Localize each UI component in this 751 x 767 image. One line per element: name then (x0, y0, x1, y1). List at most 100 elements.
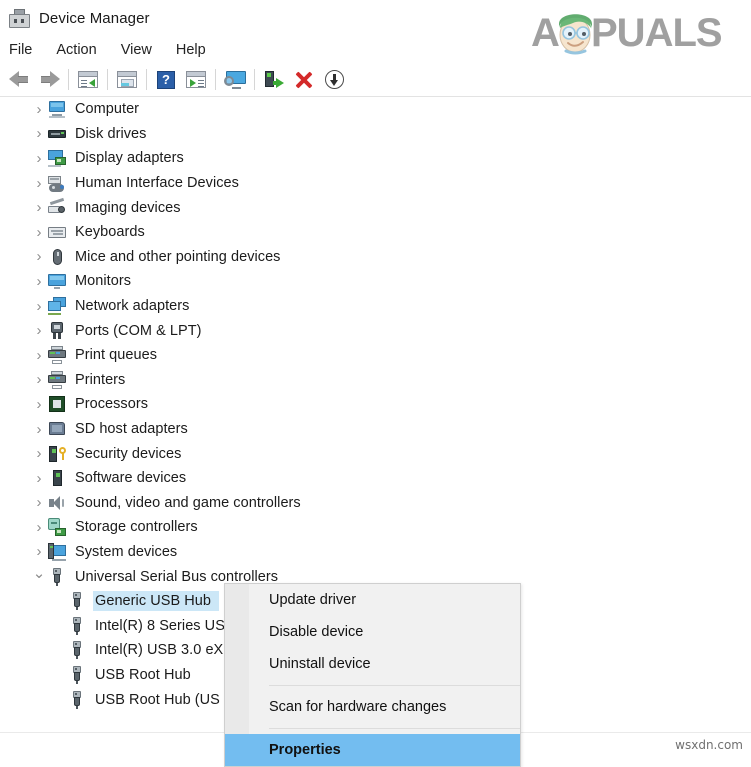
chevron-right-icon[interactable] (30, 372, 48, 387)
tree-item-mice-and-other-pointing-devices[interactable]: Mice and other pointing devices (0, 245, 751, 270)
chevron-right-icon[interactable] (30, 446, 48, 461)
tree-item-monitors[interactable]: Monitors (0, 269, 751, 294)
forward-arrow-icon (39, 71, 60, 88)
tree-item-network-adapters[interactable]: Network adapters (0, 294, 751, 319)
chevron-right-icon[interactable] (30, 348, 48, 363)
chevron-right-icon[interactable] (30, 249, 48, 264)
usb-device-icon (68, 641, 86, 660)
tree-item-human-interface-devices[interactable]: Human Interface Devices (0, 171, 751, 196)
network-adapter-icon (48, 297, 66, 316)
sd-host-adapter-icon (48, 420, 66, 438)
chevron-right-icon[interactable] (30, 225, 48, 240)
tree-item-keyboards[interactable]: Keyboards (0, 220, 751, 245)
tree-item-label: Storage controllers (75, 519, 198, 536)
toolbar-separator (215, 69, 216, 90)
properties-icon (117, 71, 137, 88)
tree-item-display-adapters[interactable]: Display adapters (0, 146, 751, 171)
usb-device-icon (68, 616, 86, 635)
tree-item-label: Network adapters (75, 298, 190, 315)
security-device-icon (48, 445, 66, 463)
back-button[interactable] (4, 66, 34, 94)
chevron-right-icon[interactable] (30, 126, 48, 141)
update-driver-button[interactable] (220, 66, 250, 94)
tree-item-sound-video-and-game-controllers[interactable]: Sound, video and game controllers (0, 491, 751, 516)
chevron-down-icon[interactable] (30, 569, 48, 584)
tree-item-label: Human Interface Devices (75, 175, 239, 192)
usb-device-icon (68, 665, 86, 684)
chevron-right-icon[interactable] (30, 520, 48, 535)
tree-item-disk-drives[interactable]: Disk drives (0, 122, 751, 147)
tree-item-label: Display adapters (75, 150, 184, 167)
chevron-right-icon[interactable] (30, 422, 48, 437)
tree-item-computer[interactable]: Computer (0, 97, 751, 122)
tree-item-storage-controllers[interactable]: Storage controllers (0, 515, 751, 540)
toolbar-separator (254, 69, 255, 90)
disable-device-button[interactable] (259, 66, 289, 94)
tree-item-software-devices[interactable]: Software devices (0, 466, 751, 491)
tree-item-label: Processors (75, 396, 149, 413)
chevron-right-icon[interactable] (30, 176, 48, 191)
display-adapter-icon (48, 149, 66, 168)
port-icon (48, 321, 66, 340)
tree-item-label: USB Root Hub (US (95, 691, 220, 708)
chevron-right-icon[interactable] (30, 200, 48, 215)
chevron-right-icon[interactable] (30, 151, 48, 166)
context-menu-separator (269, 728, 520, 729)
context-menu-item-disable-device[interactable]: Disable device (225, 616, 520, 648)
tree-item-label: Intel(R) USB 3.0 eX (95, 642, 224, 659)
human-interface-device-icon (48, 174, 66, 193)
chevron-right-icon[interactable] (30, 274, 48, 289)
context-menu-item-properties[interactable]: Properties (225, 734, 520, 766)
tree-item-sd-host-adapters[interactable]: SD host adapters (0, 417, 751, 442)
chevron-right-icon[interactable] (30, 323, 48, 338)
tree-item-system-devices[interactable]: System devices (0, 540, 751, 565)
help-button[interactable]: ? (151, 66, 181, 94)
menu-bar: File Action View Help (0, 36, 751, 63)
tree-item-print-queues[interactable]: Print queues (0, 343, 751, 368)
context-menu[interactable]: Update driver Disable device Uninstall d… (224, 583, 521, 767)
tree-item-printers[interactable]: Printers (0, 368, 751, 393)
usb-device-icon (68, 690, 86, 709)
show-hide-action-pane-button[interactable] (181, 66, 211, 94)
usb-controller-icon (48, 567, 66, 586)
toolbar-separator (107, 69, 108, 90)
show-hide-action-pane-icon (186, 71, 206, 88)
chevron-right-icon[interactable] (30, 495, 48, 510)
chevron-right-icon[interactable] (30, 544, 48, 559)
toolbar-separator (146, 69, 147, 90)
tree-item-label: Computer (75, 101, 140, 118)
tree-item-security-devices[interactable]: Security devices (0, 441, 751, 466)
menu-file[interactable]: File (9, 40, 45, 60)
uninstall-device-icon (295, 71, 313, 89)
tree-item-processors[interactable]: Processors (0, 392, 751, 417)
menu-action[interactable]: Action (56, 40, 109, 60)
chevron-right-icon[interactable] (30, 471, 48, 486)
printer-icon (48, 370, 66, 389)
tree-item-label: Imaging devices (75, 199, 181, 216)
properties-button[interactable] (112, 66, 142, 94)
tree-item-ports[interactable]: Ports (COM & LPT) (0, 318, 751, 343)
menu-view[interactable]: View (121, 40, 165, 60)
tree-item-label: SD host adapters (75, 421, 188, 438)
chevron-right-icon[interactable] (30, 299, 48, 314)
uninstall-device-button[interactable] (289, 66, 319, 94)
chevron-right-icon[interactable] (30, 102, 48, 117)
keyboard-icon (48, 223, 66, 241)
window-title: Device Manager (39, 9, 150, 27)
tree-item-label: Disk drives (75, 125, 147, 142)
tree-item-label: USB Root Hub (95, 666, 191, 683)
tree-item-label: Keyboards (75, 224, 145, 241)
forward-button[interactable] (34, 66, 64, 94)
context-menu-item-scan-for-hardware-changes[interactable]: Scan for hardware changes (225, 691, 520, 723)
context-menu-item-uninstall-device[interactable]: Uninstall device (225, 648, 520, 680)
tree-item-label: Monitors (75, 273, 131, 290)
menu-help[interactable]: Help (176, 40, 219, 60)
scan-hardware-changes-button[interactable] (319, 66, 349, 94)
context-menu-item-update-driver[interactable]: Update driver (225, 584, 520, 616)
disable-device-icon (264, 70, 284, 89)
tree-item-label: Printers (75, 371, 126, 388)
tree-item-imaging-devices[interactable]: Imaging devices (0, 195, 751, 220)
show-hide-console-tree-button[interactable] (73, 66, 103, 94)
tree-item-label: Ports (COM & LPT) (75, 322, 202, 339)
chevron-right-icon[interactable] (30, 397, 48, 412)
